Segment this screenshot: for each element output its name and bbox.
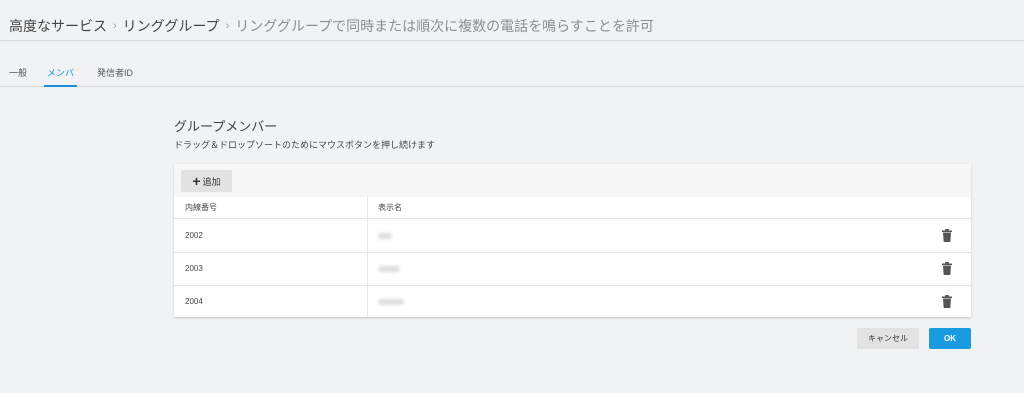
display-name-cell-redacted <box>378 233 392 239</box>
tab-general[interactable]: 一般 <box>9 66 27 85</box>
cancel-button[interactable]: キャンセル <box>857 328 919 349</box>
table-row[interactable]: 2003 <box>174 252 971 286</box>
breadcrumb: 高度なサービス › リンググループ › リンググループで同時または順次に複数の電… <box>9 16 654 36</box>
tab-caller-id[interactable]: 発信者ID <box>97 66 133 85</box>
section-title: グループメンバー <box>174 119 278 134</box>
display-name-cell-redacted <box>378 266 400 272</box>
extension-cell: 2002 <box>185 231 203 240</box>
table-row[interactable]: 2002 <box>174 219 971 253</box>
column-header-extension[interactable]: 内線番号 <box>185 197 217 218</box>
breadcrumb-current-description: リンググループで同時または順次に複数の電話を鳴らすことを許可 <box>235 18 654 34</box>
extension-cell: 2004 <box>185 297 203 306</box>
add-button-label: 追加 <box>202 176 221 187</box>
display-name-cell-redacted <box>378 299 404 305</box>
breadcrumb-separator: › <box>225 20 230 32</box>
trash-icon[interactable] <box>941 262 953 275</box>
members-table-card: + 追加 内線番号 表示名 2002 2003 2004 <box>174 164 971 317</box>
extension-cell: 2003 <box>185 264 203 273</box>
table-row[interactable]: 2004 <box>174 285 971 318</box>
plus-icon: + <box>192 173 201 189</box>
tab-bar: 一般 メンバー 発信者ID <box>0 62 1024 91</box>
tab-members[interactable]: メンバー <box>44 66 77 91</box>
header-divider <box>0 40 1024 41</box>
column-header-display-name[interactable]: 表示名 <box>378 197 402 218</box>
trash-icon[interactable] <box>941 229 953 242</box>
ok-button[interactable]: OK <box>929 328 971 349</box>
section-subtitle: ドラッグ＆ドロップソートのためにマウスボタンを押し続けます <box>174 140 436 150</box>
breadcrumb-advanced-services[interactable]: 高度なサービス <box>9 16 107 36</box>
breadcrumb-ring-group[interactable]: リンググループ <box>123 16 220 36</box>
trash-icon[interactable] <box>941 295 953 308</box>
table-toolbar: + 追加 <box>174 164 971 197</box>
breadcrumb-separator: › <box>113 20 117 32</box>
add-member-button[interactable]: + 追加 <box>181 170 232 192</box>
